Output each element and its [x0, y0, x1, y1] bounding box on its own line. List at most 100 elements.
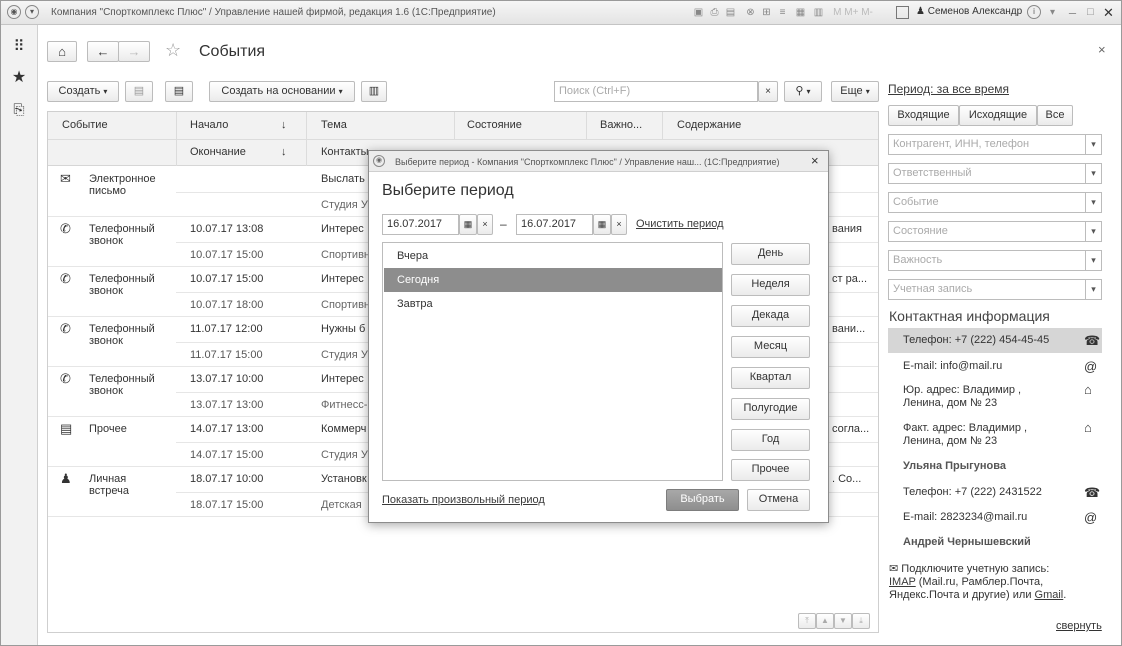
period-year-button[interactable]: Год	[731, 429, 810, 451]
counterparty-filter[interactable]: Контрагент, ИНН, телефон	[888, 134, 1086, 155]
calendar-icon[interactable]: ▥	[811, 5, 826, 20]
dialog-close-icon[interactable]: ×	[811, 153, 819, 168]
header-start[interactable]: Начало	[190, 119, 228, 131]
create-based-button[interactable]: Создать на основании ▾	[209, 81, 355, 102]
scroll-bottom-icon[interactable]: ⤓	[852, 613, 870, 629]
link-icon[interactable]: ⊗	[743, 5, 758, 20]
period-day-button[interactable]: День	[731, 243, 810, 265]
contact-phone[interactable]: Телефон: +7 (222) 454-45-45	[903, 334, 1049, 346]
scroll-top-icon[interactable]: ⤒	[798, 613, 816, 629]
home-icon: ⌂	[58, 44, 66, 59]
chevron-down-icon[interactable]: ▾	[1045, 5, 1060, 20]
chevron-down-icon[interactable]: ▾	[1086, 192, 1102, 213]
header-state[interactable]: Состояние	[467, 119, 522, 131]
contact-legal-address[interactable]: Юр. адрес: Владимир , Ленина, дом № 23	[903, 384, 1043, 410]
contact-email[interactable]: E-mail: info@mail.ru	[903, 360, 1002, 372]
forward-button[interactable]: →	[118, 41, 150, 62]
phone-icon: ☎	[1084, 485, 1101, 500]
account-filter[interactable]: Учетная запись	[888, 279, 1086, 300]
period-quarter-button[interactable]: Квартал	[731, 367, 810, 389]
event-filter[interactable]: Событие	[888, 192, 1086, 213]
apps-grid-icon[interactable]: ⠿	[9, 37, 29, 57]
clear-period-link[interactable]: Очистить период	[636, 218, 724, 230]
date-from-input[interactable]: 16.07.2017	[382, 214, 459, 235]
header-event[interactable]: Событие	[62, 119, 108, 131]
chevron-down-icon[interactable]: ▾	[1086, 279, 1102, 300]
row-content: . Со...	[832, 473, 862, 485]
period-month-button[interactable]: Месяц	[731, 336, 810, 358]
copy-document-button[interactable]: ▤	[165, 81, 193, 102]
calendar-icon[interactable]: ▦	[459, 214, 477, 235]
save-icon[interactable]: ▣	[691, 5, 706, 20]
copy-button[interactable]: ▤	[125, 81, 153, 102]
user-info[interactable]: ♟ Семенов Александр	[916, 6, 1022, 17]
clear-date-to[interactable]: ×	[611, 214, 627, 235]
back-button[interactable]: ←	[87, 41, 119, 62]
close-page-button[interactable]: ×	[1098, 42, 1106, 57]
period-other-button[interactable]: Прочее	[731, 459, 810, 481]
preview-icon[interactable]: ▤	[723, 5, 738, 20]
contact-actual-address[interactable]: Факт. адрес: Владимир , Ленина, дом № 23	[903, 422, 1043, 448]
chevron-down-icon[interactable]: ▾	[25, 5, 39, 19]
report-button[interactable]: ▥	[361, 81, 387, 102]
history-icon[interactable]: ⎘	[9, 99, 29, 119]
create-button[interactable]: Создать ▾	[47, 81, 119, 102]
state-filter[interactable]: Состояние	[888, 221, 1086, 242]
panels-icon[interactable]	[896, 6, 909, 19]
maximize-icon[interactable]: □	[1083, 5, 1098, 20]
period-week-button[interactable]: Неделя	[731, 274, 810, 296]
period-halfyear-button[interactable]: Полугодие	[731, 398, 810, 420]
calc-icon[interactable]: ▦	[793, 5, 808, 20]
history-icon[interactable]: ≡	[775, 5, 790, 20]
chevron-down-icon[interactable]: ▾	[1086, 250, 1102, 271]
list-item[interactable]: Завтра	[384, 292, 722, 316]
print-icon[interactable]: ⎙	[707, 5, 722, 20]
dialog-menu-icon[interactable]: ◉	[373, 155, 385, 167]
search-button[interactable]: ⚲ ▾	[784, 81, 822, 102]
star-icon[interactable]: ☆	[165, 40, 181, 61]
list-item[interactable]: Вчера	[384, 244, 722, 268]
contact-phone[interactable]: Телефон: +7 (222) 2431522	[903, 486, 1042, 498]
scroll-up-icon[interactable]: ▲	[816, 613, 834, 629]
date-to-input[interactable]: 16.07.2017	[516, 214, 593, 235]
close-icon[interactable]: ✕	[1101, 5, 1116, 20]
scroll-down-icon[interactable]: ▼	[834, 613, 852, 629]
header-end[interactable]: Окончание	[190, 146, 246, 158]
segment-incoming[interactable]: Входящие	[888, 105, 959, 126]
chevron-down-icon[interactable]: ▾	[1086, 163, 1102, 184]
header-theme[interactable]: Тема	[321, 119, 347, 131]
search-input[interactable]: Поиск (Ctrl+F)	[554, 81, 758, 102]
clear-date-from[interactable]: ×	[477, 214, 493, 235]
list-item-selected[interactable]: Сегодня	[384, 268, 722, 292]
favorites-star-icon[interactable]: ★	[9, 68, 29, 88]
info-icon[interactable]: i	[1027, 5, 1041, 19]
search-icon: ⚲	[795, 85, 804, 97]
bookmark-icon[interactable]: ⊞	[759, 5, 774, 20]
minimize-icon[interactable]: –	[1065, 5, 1080, 20]
more-button[interactable]: Еще ▾	[831, 81, 879, 102]
period-decade-button[interactable]: Декада	[731, 305, 810, 327]
calendar-icon[interactable]: ▦	[593, 214, 611, 235]
period-link[interactable]: Период: за все время	[888, 82, 1009, 96]
header-divider	[48, 139, 878, 140]
chevron-down-icon[interactable]: ▾	[1086, 134, 1102, 155]
segment-outgoing[interactable]: Исходящие	[959, 105, 1037, 126]
arrow-left-icon: ←	[96, 44, 110, 59]
home-button[interactable]: ⌂	[47, 41, 77, 62]
imap-link[interactable]: IMAP	[889, 576, 916, 588]
cancel-button[interactable]: Отмена	[747, 489, 810, 511]
segment-all[interactable]: Все	[1037, 105, 1073, 126]
contact-email[interactable]: E-mail: 2823234@mail.ru	[903, 511, 1027, 523]
show-custom-period-link[interactable]: Показать произвольный период	[382, 494, 545, 506]
gmail-link[interactable]: Gmail	[1035, 589, 1064, 601]
app-menu-icon[interactable]: ◉	[7, 5, 21, 19]
select-button[interactable]: Выбрать	[666, 489, 739, 511]
responsible-filter[interactable]: Ответственный	[888, 163, 1086, 184]
clear-search-button[interactable]: ×	[758, 81, 778, 102]
header-importance[interactable]: Важно...	[600, 119, 642, 131]
collapse-link[interactable]: свернуть	[1056, 620, 1102, 632]
header-contacts[interactable]: Контакты	[321, 146, 369, 158]
chevron-down-icon[interactable]: ▾	[1086, 221, 1102, 242]
header-content[interactable]: Содержание	[677, 119, 741, 131]
importance-filter[interactable]: Важность	[888, 250, 1086, 271]
